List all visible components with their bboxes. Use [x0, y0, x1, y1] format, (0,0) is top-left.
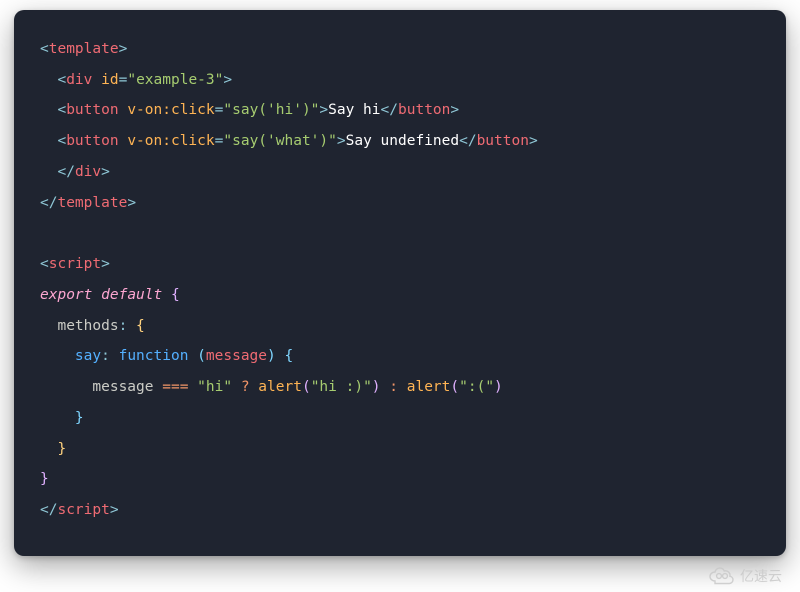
identifier-message: message [92, 379, 153, 395]
keyword-function: function [119, 348, 189, 364]
space [398, 379, 407, 395]
paren: ( [197, 348, 206, 364]
punct: > [119, 41, 128, 57]
text-content: Say hi [328, 102, 380, 118]
space [154, 379, 163, 395]
tag-script: script [57, 502, 109, 518]
string: ":(" [459, 379, 494, 395]
punct: : [119, 318, 136, 334]
brace: } [40, 471, 49, 487]
func-alert: alert [407, 379, 451, 395]
key-methods: methods [57, 318, 118, 334]
punct: > [101, 256, 110, 272]
punct: : [101, 348, 118, 364]
brace: } [75, 410, 84, 426]
tag-script: script [49, 256, 101, 272]
paren: ( [450, 379, 459, 395]
indent [40, 102, 57, 118]
tag-button: button [398, 102, 450, 118]
attr-vonclick: v-on:click [127, 133, 214, 149]
tag-div: div [75, 164, 101, 180]
string: "say('hi')" [223, 102, 319, 118]
indent [40, 318, 57, 334]
key-say: say [75, 348, 101, 364]
punct: < [40, 256, 49, 272]
punct: > [529, 133, 538, 149]
punct: </ [40, 195, 57, 211]
string: "hi :)" [311, 379, 372, 395]
tag-button: button [66, 102, 118, 118]
brace: { [136, 318, 145, 334]
attr-vonclick: v-on:click [127, 102, 214, 118]
space [188, 379, 197, 395]
brace: { [171, 287, 180, 303]
tag-template: template [57, 195, 127, 211]
punct: </ [40, 502, 57, 518]
space [188, 348, 197, 364]
space [381, 379, 390, 395]
punct: </ [459, 133, 476, 149]
text-content: Say undefined [346, 133, 460, 149]
space [92, 287, 101, 303]
param-message: message [206, 348, 267, 364]
indent [40, 72, 57, 88]
indent [40, 410, 75, 426]
code-block: <template> <div id="example-3"> <button … [40, 34, 760, 526]
punct: < [40, 41, 49, 57]
paren: ( [302, 379, 311, 395]
paren: ) [494, 379, 503, 395]
indent [40, 441, 57, 457]
operator-colon: : [389, 379, 398, 395]
space [250, 379, 259, 395]
string: "say('what')" [223, 133, 337, 149]
punct: > [101, 164, 110, 180]
string: "example-3" [127, 72, 223, 88]
punct: < [57, 102, 66, 118]
code-card: <template> <div id="example-3"> <button … [14, 10, 786, 556]
keyword-export: export [40, 287, 92, 303]
punct: </ [381, 102, 398, 118]
watermark: 亿速云 [708, 566, 782, 586]
attr-id: id [101, 72, 118, 88]
func-alert: alert [258, 379, 302, 395]
punct: > [223, 72, 232, 88]
punct: < [57, 72, 66, 88]
punct: > [110, 502, 119, 518]
punct: </ [57, 164, 74, 180]
indent [40, 133, 57, 149]
indent [40, 379, 92, 395]
brace: } [57, 441, 66, 457]
punct: > [319, 102, 328, 118]
space [232, 379, 241, 395]
punct: > [127, 195, 136, 211]
indent [40, 164, 57, 180]
keyword-default: default [101, 287, 162, 303]
watermark-text: 亿速云 [740, 566, 782, 586]
paren: ) [372, 379, 381, 395]
operator-ternary: ? [241, 379, 250, 395]
tag-template: template [49, 41, 119, 57]
tag-button: button [66, 133, 118, 149]
indent [40, 348, 75, 364]
space [162, 287, 171, 303]
brace: { [284, 348, 293, 364]
space [92, 72, 101, 88]
punct: < [57, 133, 66, 149]
punct: > [450, 102, 459, 118]
punct: > [337, 133, 346, 149]
cloud-icon [708, 567, 736, 585]
tag-div: div [66, 72, 92, 88]
paren: ) [267, 348, 276, 364]
string: "hi" [197, 379, 232, 395]
operator-eq: === [162, 379, 188, 395]
tag-button: button [477, 133, 529, 149]
